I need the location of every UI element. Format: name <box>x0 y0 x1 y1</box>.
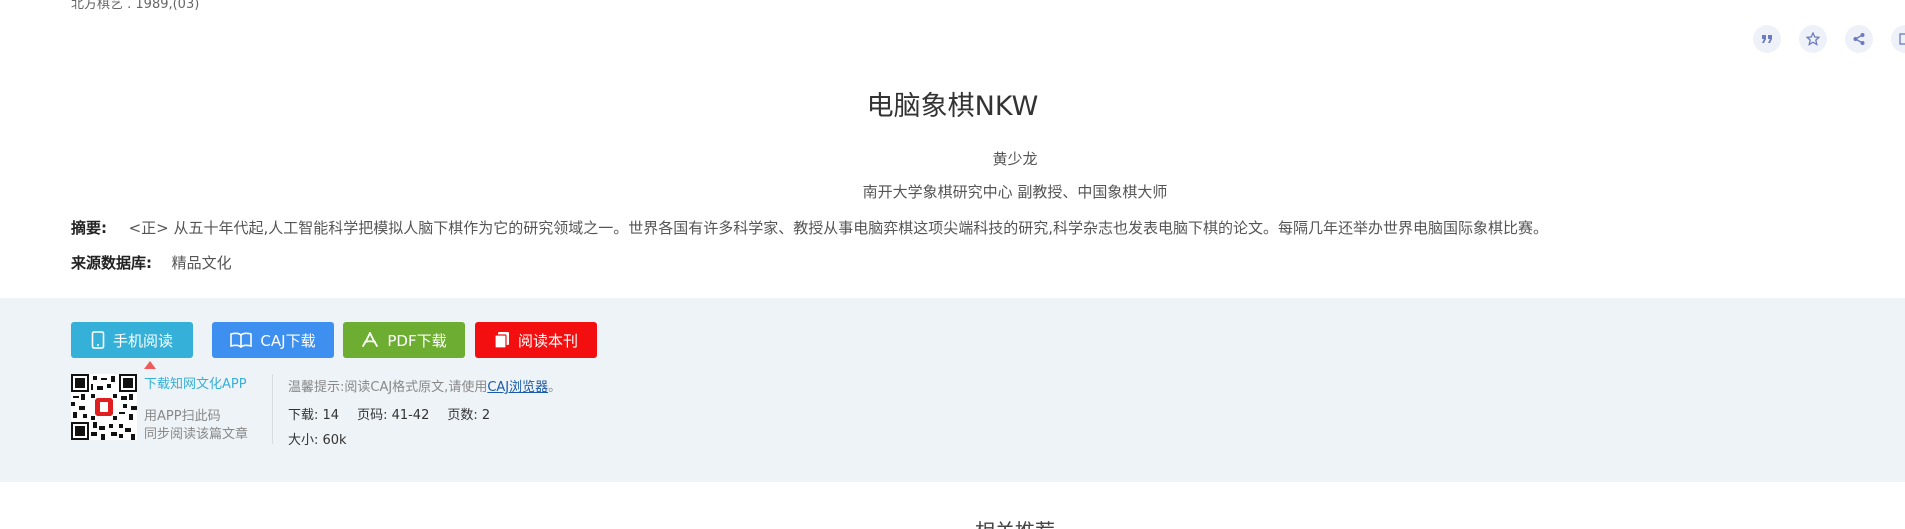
mobile-read-label: 手机阅读 <box>112 331 173 350</box>
read-journal-button[interactable]: 阅读本刊 <box>475 322 597 358</box>
abstract-text: <正> 从五十年代起,人工智能科学把模拟人脑下棋作为它的研究领域之一。世界各国有… <box>128 219 1549 237</box>
journal-icon <box>494 332 509 349</box>
share-icon[interactable] <box>1845 25 1873 53</box>
download-count: 下载: 14 <box>288 408 340 423</box>
mobile-read-button[interactable]: 手机阅读 <box>71 322 193 358</box>
article-organization[interactable]: 南开大学象棋研究中心 副教授、中国象棋大师 <box>0 181 1905 202</box>
abstract-row: 摘要: <正> 从五十年代起,人工智能科学把模拟人脑下棋作为它的研究领域之一。世… <box>71 217 1548 238</box>
app-download-link[interactable]: 下载知网文化APP <box>144 373 247 392</box>
pdf-icon <box>362 332 379 347</box>
caj-download-label: CAJ下载 <box>260 331 316 350</box>
article-page: 北方棋艺 . 1989,(03) 电脑象棋NKW 黄少龙 南开大学象棋研究中心 … <box>0 0 1905 529</box>
caj-download-button[interactable]: CAJ下载 <box>212 322 334 358</box>
app-hint-scan: 用APP扫此码 <box>144 409 221 424</box>
page-range: 页码: 41-42 <box>357 408 430 423</box>
database-label: 来源数据库: <box>71 254 152 272</box>
page-count: 页数: 2 <box>447 408 491 423</box>
action-icons <box>1753 25 1905 53</box>
quote-icon[interactable] <box>1753 25 1781 53</box>
qr-code <box>71 374 137 440</box>
star-icon[interactable] <box>1799 25 1827 53</box>
file-size: 大小: 60k <box>288 433 347 448</box>
article-author[interactable]: 黄少龙 <box>0 148 1905 169</box>
read-journal-label: 阅读本刊 <box>517 331 578 350</box>
caret-icon <box>144 361 156 369</box>
article-title: 电脑象棋NKW <box>866 91 1039 122</box>
source-line: 北方棋艺 . 1989,(03) <box>71 0 200 12</box>
article-stats: 下载: 14 页码: 41-42 页数: 2 <box>288 404 490 423</box>
database-value: 精品文化 <box>171 254 232 272</box>
abstract-label: 摘要: <box>71 219 107 237</box>
caj-tip-suffix: 。 <box>548 380 562 395</box>
database-row: 来源数据库: 精品文化 <box>71 252 232 273</box>
caj-tip-text: 温馨提示:阅读CAJ格式原文,请使用 <box>288 380 488 395</box>
phone-icon <box>91 331 105 349</box>
related-heading: 相关推荐 <box>0 515 1905 529</box>
pdf-download-button[interactable]: PDF下载 <box>343 322 465 358</box>
app-hint-sync: 同步阅读该篇文章 <box>144 427 249 442</box>
book-icon <box>230 332 253 348</box>
caj-tip: 温馨提示:阅读CAJ格式原文,请使用CAJ浏览器。 <box>288 376 561 395</box>
caj-viewer-link[interactable]: CAJ浏览器 <box>487 380 548 395</box>
panel-divider <box>272 374 273 444</box>
pdf-download-label: PDF下载 <box>387 331 447 350</box>
more-icon[interactable] <box>1891 25 1905 53</box>
